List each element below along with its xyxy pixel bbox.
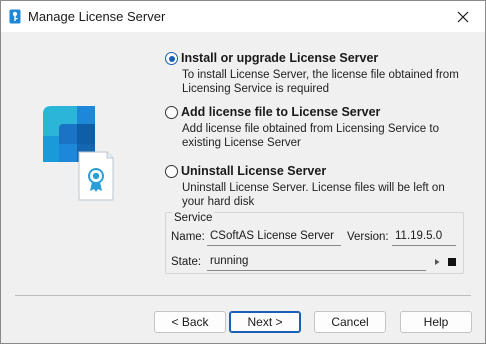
version-field: 11.19.5.0	[392, 228, 456, 246]
license-server-icon	[43, 106, 114, 201]
close-icon	[457, 11, 469, 22]
play-icon	[435, 259, 440, 265]
stop-service-button[interactable]	[446, 256, 458, 268]
help-button[interactable]: Help	[400, 311, 472, 333]
manage-license-server-dialog: Manage License Server Install or upgrade…	[0, 0, 486, 344]
cancel-button[interactable]: Cancel	[314, 311, 386, 333]
option-label: Uninstall License Server	[181, 164, 327, 178]
name-field: CSoftAS License Server	[207, 228, 341, 246]
add-license-radio[interactable]	[165, 106, 178, 119]
option-uninstall[interactable]: Uninstall License Server Uninstall Licen…	[165, 164, 465, 212]
option-label: Install or upgrade License Server	[181, 51, 379, 65]
name-label: Name:	[171, 231, 205, 243]
uninstall-radio[interactable]	[165, 165, 178, 178]
option-add-license-file[interactable]: Add license file to License Server Add l…	[165, 105, 465, 153]
state-field: running	[207, 253, 426, 271]
option-description: Add license file obtained from Licensing…	[182, 123, 439, 149]
state-label: State:	[171, 256, 202, 268]
option-description: Uninstall License Server. License files …	[182, 182, 445, 208]
title-bar: Manage License Server	[1, 1, 485, 32]
stop-icon	[448, 258, 456, 266]
window-title: Manage License Server	[28, 9, 166, 24]
license-key-icon	[9, 9, 21, 24]
dialog-content: Install or upgrade License Server To ins…	[1, 32, 485, 343]
back-button[interactable]: < Back	[154, 311, 226, 333]
option-description: To install License Server, the license f…	[182, 69, 459, 95]
option-install-upgrade[interactable]: Install or upgrade License Server To ins…	[165, 51, 465, 99]
service-group-title: Service	[172, 212, 215, 224]
separator	[15, 295, 471, 296]
next-button[interactable]: Next >	[229, 311, 301, 333]
close-button[interactable]	[441, 1, 485, 32]
version-label: Version:	[347, 231, 389, 243]
option-label: Add license file to License Server	[181, 105, 381, 119]
install-radio[interactable]	[165, 52, 178, 65]
start-service-button[interactable]	[431, 256, 443, 268]
